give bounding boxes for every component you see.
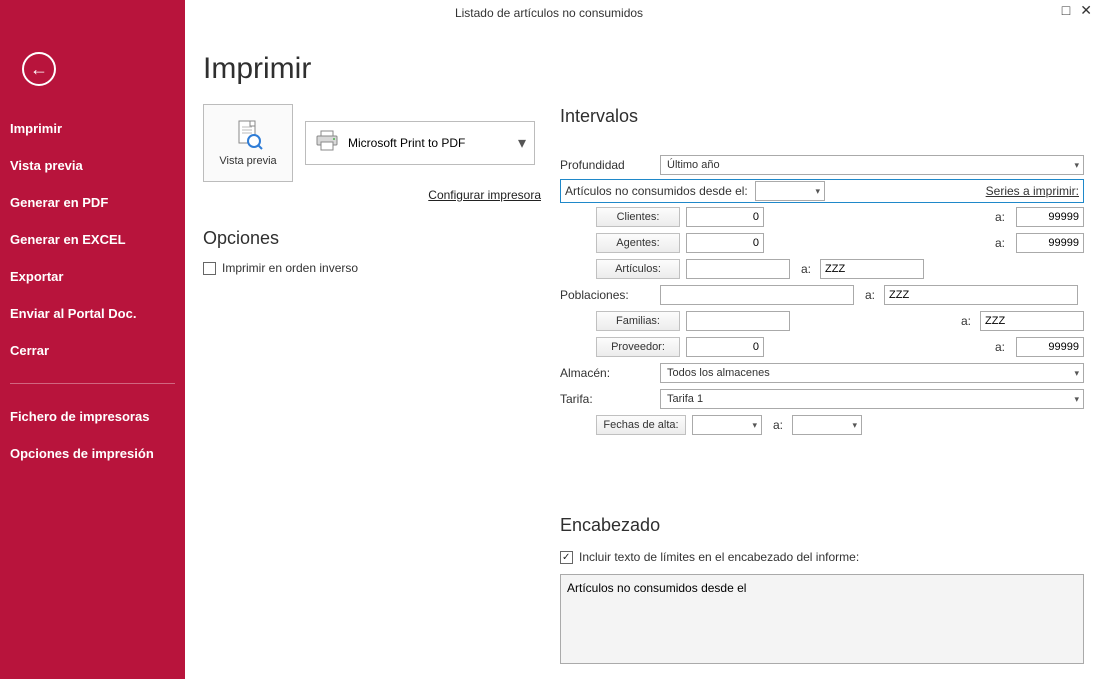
back-button[interactable]: ← xyxy=(22,52,56,86)
poblaciones-label: Poblaciones: xyxy=(560,288,660,302)
sidebar-separator xyxy=(10,383,175,384)
side-cerrar[interactable]: Cerrar xyxy=(0,332,185,369)
side-exportar[interactable]: Exportar xyxy=(0,258,185,295)
almacen-label: Almacén: xyxy=(560,366,660,380)
printer-select[interactable]: Microsoft Print to PDF ▾ xyxy=(305,121,535,165)
profundidad-label: Profundidad xyxy=(560,158,660,172)
side-enviar-portal[interactable]: Enviar al Portal Doc. xyxy=(0,295,185,332)
side-opciones-impresion[interactable]: Opciones de impresión xyxy=(0,435,185,472)
intervalos-panel: Intervalos Profundidad Último año Artícu… xyxy=(560,106,1084,439)
encabezado-panel: Encabezado Incluir texto de límites en e… xyxy=(560,515,1084,669)
printer-name: Microsoft Print to PDF xyxy=(348,136,465,150)
a-label: a: xyxy=(990,210,1010,224)
window-title: Listado de artículos no consumidos xyxy=(455,6,643,20)
clientes-to[interactable] xyxy=(1016,207,1084,227)
no-consumidos-date[interactable] xyxy=(755,181,825,201)
encabezado-text[interactable] xyxy=(560,574,1084,664)
sidebar: ← Imprimir Vista previa Generar en PDF G… xyxy=(0,0,185,679)
configure-printer-link[interactable]: Configurar impresora xyxy=(203,188,541,202)
tarifa-select[interactable]: Tarifa 1 xyxy=(660,389,1084,409)
poblaciones-to[interactable] xyxy=(884,285,1078,305)
agentes-label[interactable]: Agentes: xyxy=(596,233,680,253)
clientes-from[interactable] xyxy=(686,207,764,227)
reverse-label: Imprimir en orden inverso xyxy=(222,261,358,275)
incluir-checkbox[interactable] xyxy=(560,551,573,564)
proveedor-to[interactable] xyxy=(1016,337,1084,357)
printer-icon xyxy=(314,130,340,157)
side-vista-previa[interactable]: Vista previa xyxy=(0,147,185,184)
preview-label: Vista previa xyxy=(219,155,276,167)
encabezado-title: Encabezado xyxy=(560,515,1084,536)
side-generar-excel[interactable]: Generar en EXCEL xyxy=(0,221,185,258)
side-fichero-impresoras[interactable]: Fichero de impresoras xyxy=(0,398,185,435)
articulos-from[interactable] xyxy=(686,259,790,279)
familias-label[interactable]: Familias: xyxy=(596,311,680,331)
series-imprimir-link[interactable]: Series a imprimir: xyxy=(986,184,1079,198)
almacen-select[interactable]: Todos los almacenes xyxy=(660,363,1084,383)
fechas-from[interactable] xyxy=(692,415,762,435)
maximize-icon[interactable]: □ xyxy=(1062,2,1070,19)
side-imprimir[interactable]: Imprimir xyxy=(0,110,185,147)
fechas-to[interactable] xyxy=(792,415,862,435)
familias-from[interactable] xyxy=(686,311,790,331)
familias-to[interactable] xyxy=(980,311,1084,331)
page-title: Imprimir xyxy=(203,52,1080,86)
fechas-label[interactable]: Fechas de alta: xyxy=(596,415,686,435)
tarifa-label: Tarifa: xyxy=(560,392,660,406)
no-consumidos-row: Artículos no consumidos desde el: Series… xyxy=(560,179,1084,203)
chevron-down-icon: ▾ xyxy=(518,133,526,153)
proveedor-label[interactable]: Proveedor: xyxy=(596,337,680,357)
reverse-checkbox[interactable] xyxy=(203,262,216,275)
clientes-label[interactable]: Clientes: xyxy=(596,207,680,227)
preview-button[interactable]: Vista previa xyxy=(203,104,293,182)
document-magnify-icon xyxy=(231,119,265,153)
agentes-from[interactable] xyxy=(686,233,764,253)
articulos-to[interactable] xyxy=(820,259,924,279)
intervalos-title: Intervalos xyxy=(560,106,1084,127)
profundidad-select[interactable]: Último año xyxy=(660,155,1084,175)
side-generar-pdf[interactable]: Generar en PDF xyxy=(0,184,185,221)
close-icon[interactable]: ✕ xyxy=(1080,2,1092,19)
poblaciones-from[interactable] xyxy=(660,285,854,305)
agentes-to[interactable] xyxy=(1016,233,1084,253)
articulos-label[interactable]: Artículos: xyxy=(596,259,680,279)
no-consumidos-label: Artículos no consumidos desde el: xyxy=(565,184,755,198)
proveedor-from[interactable] xyxy=(686,337,764,357)
incluir-label: Incluir texto de límites en el encabezad… xyxy=(579,550,859,564)
